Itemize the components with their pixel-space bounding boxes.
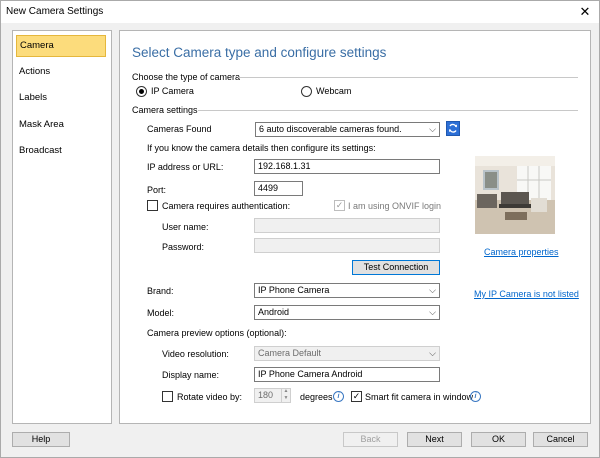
display-name-label: Display name: [162, 370, 220, 380]
divider [198, 110, 578, 111]
password-label: Password: [162, 242, 205, 252]
onvif-checkbox[interactable]: ✓ [334, 200, 345, 211]
brand-label: Brand: [147, 286, 174, 296]
refresh-icon [449, 123, 457, 133]
brand-value: IP Phone Camera [258, 285, 330, 295]
chevron-down-icon: ⌵ [429, 307, 436, 317]
sidebar-item-actions[interactable]: Actions [16, 62, 104, 82]
sidebar: Camera Actions Labels Mask Area Broadcas… [12, 30, 112, 424]
stepper-arrows-icon[interactable]: ▲ ▼ [281, 388, 290, 403]
camera-preview-image [475, 156, 555, 234]
info-icon[interactable]: i [470, 391, 481, 402]
ip-address-label: IP address or URL: [147, 162, 224, 172]
brand-select[interactable]: IP Phone Camera ⌵ [254, 283, 440, 298]
rotate-stepper[interactable]: 180 ▲ ▼ [254, 388, 291, 403]
ip-camera-radio[interactable] [136, 86, 147, 97]
back-button[interactable]: Back [343, 432, 398, 447]
chevron-down-icon: ⌵ [429, 285, 436, 295]
smart-fit-checkbox[interactable]: ✓ [351, 391, 362, 402]
cameras-found-value: 6 auto discoverable cameras found. [259, 124, 402, 134]
camera-type-label: Choose the type of camera [132, 72, 241, 82]
sidebar-item-broadcast[interactable]: Broadcast [16, 141, 104, 161]
smart-fit-label[interactable]: Smart fit camera in window [365, 392, 473, 402]
title-bar: New Camera Settings ✕ [1, 1, 599, 23]
ip-address-field[interactable]: 192.168.1.31 [254, 159, 440, 174]
video-resolution-label: Video resolution: [162, 349, 229, 359]
divider [238, 77, 578, 78]
rotate-checkbox[interactable] [162, 391, 173, 402]
display-name-field[interactable]: IP Phone Camera Android [254, 367, 440, 382]
page-heading: Select Camera type and configure setting… [132, 45, 387, 60]
main-panel: Select Camera type and configure setting… [119, 30, 591, 424]
model-select[interactable]: Android ⌵ [254, 305, 440, 320]
next-button[interactable]: Next [407, 432, 462, 447]
auth-label[interactable]: Camera requires authentication: [162, 201, 290, 211]
rotate-unit-label: degrees [300, 392, 333, 402]
chevron-down-icon: ⌵ [429, 348, 436, 358]
window-title: New Camera Settings [6, 6, 104, 17]
close-icon[interactable]: ✕ [575, 3, 595, 21]
model-label: Model: [147, 308, 175, 318]
chevron-down-icon: ⌵ [429, 124, 436, 134]
cancel-button[interactable]: Cancel [533, 432, 588, 447]
sidebar-item-labels[interactable]: Labels [16, 88, 104, 108]
test-connection-button[interactable]: Test Connection [352, 260, 440, 275]
sidebar-item-mask-area[interactable]: Mask Area [16, 115, 104, 135]
webcam-radio-label[interactable]: Webcam [316, 86, 351, 96]
help-button[interactable]: Help [12, 432, 70, 447]
hint-text: If you know the camera details then conf… [147, 143, 376, 153]
ip-camera-not-listed-link[interactable]: My IP Camera is not listed [474, 289, 579, 299]
model-value: Android [258, 307, 290, 317]
username-label: User name: [162, 222, 209, 232]
checkmark-icon: ✓ [335, 200, 344, 210]
camera-settings-label: Camera settings [132, 105, 198, 115]
onvif-label: I am using ONVIF login [348, 201, 442, 211]
password-field[interactable] [254, 238, 440, 253]
port-field[interactable]: 4499 [254, 181, 303, 196]
auth-checkbox[interactable] [147, 200, 158, 211]
username-field[interactable] [254, 218, 440, 233]
port-label: Port: [147, 185, 167, 195]
cameras-found-label: Cameras Found [147, 124, 212, 134]
ok-button[interactable]: OK [471, 432, 526, 447]
rotate-label[interactable]: Rotate video by: [177, 392, 242, 402]
ip-camera-radio-label[interactable]: IP Camera [151, 86, 194, 96]
checkmark-icon: ✓ [352, 391, 361, 401]
rotate-value: 180 [258, 390, 274, 400]
cameras-found-select[interactable]: 6 auto discoverable cameras found. ⌵ [255, 122, 440, 137]
sidebar-item-camera[interactable]: Camera [16, 35, 106, 57]
camera-settings-dialog: New Camera Settings ✕ Camera Actions Lab… [0, 0, 600, 458]
webcam-radio[interactable] [301, 86, 312, 97]
info-icon[interactable]: i [333, 391, 344, 402]
preview-options-label: Camera preview options (optional): [147, 328, 287, 338]
refresh-button[interactable] [446, 121, 460, 136]
video-resolution-value: Camera Default [258, 348, 322, 358]
camera-properties-link[interactable]: Camera properties [484, 247, 559, 257]
video-resolution-select[interactable]: Camera Default ⌵ [254, 346, 440, 361]
